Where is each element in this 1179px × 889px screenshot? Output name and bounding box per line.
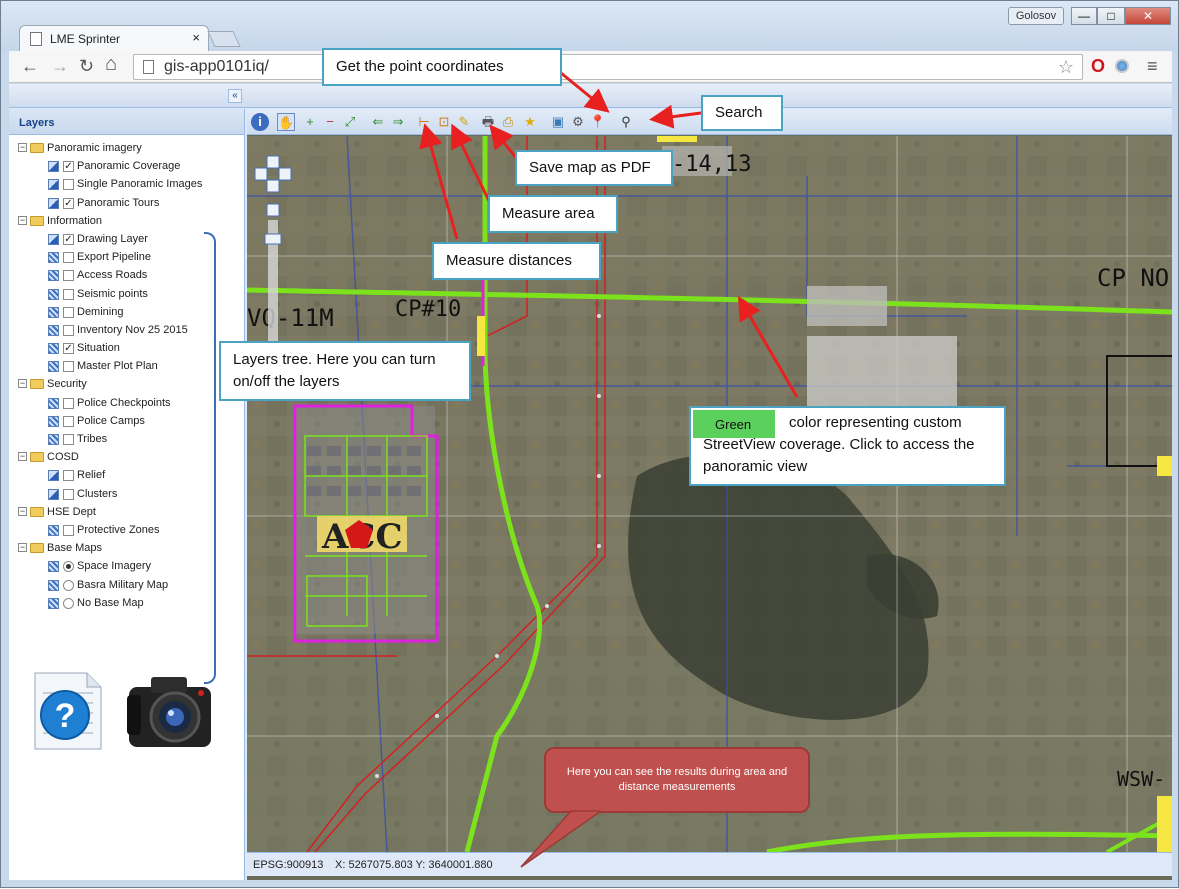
green-tag: Green [693, 410, 775, 438]
green-coverage-callout: Green color representing custom StreetVi… [689, 406, 1006, 486]
layers-tree-callout: Layers tree. Here you can turn on/off th… [219, 341, 471, 401]
search-callout: Search [701, 95, 783, 131]
results-callout-tail [520, 810, 601, 868]
save-pdf-callout: Save map as PDF [515, 150, 673, 186]
browser-window: LME Sprinter × Golosov — □ ✕ ← → ↻ ⌂ gis… [0, 0, 1179, 888]
coordinates-callout: Get the point coordinates [322, 48, 562, 86]
measure-area-callout: Measure area [488, 195, 618, 233]
measure-distances-callout: Measure distances [432, 242, 601, 280]
